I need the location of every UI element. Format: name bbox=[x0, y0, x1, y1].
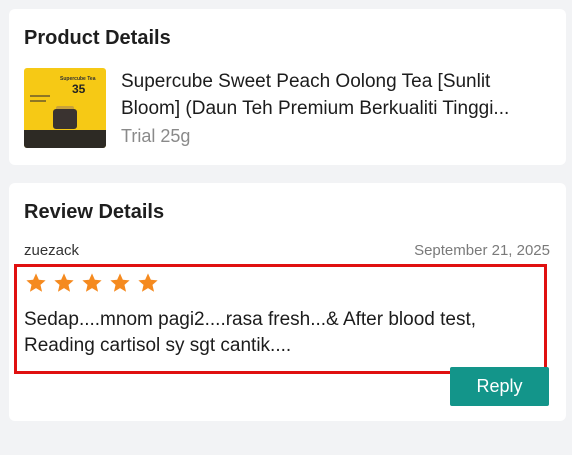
product-thumbnail[interactable]: Supercube Tea 35 bbox=[24, 68, 106, 148]
thumbnail-text-line bbox=[30, 100, 46, 102]
thumbnail-price: 35 bbox=[72, 82, 86, 96]
star-icon bbox=[109, 272, 131, 294]
thumbnail-text-line bbox=[30, 95, 50, 97]
review-details-card: Review Details zuezack September 21, 202… bbox=[9, 183, 566, 421]
star-icon bbox=[25, 272, 47, 294]
review-date: September 21, 2025 bbox=[414, 242, 550, 259]
product-variant: Trial 25g bbox=[121, 126, 191, 146]
reply-button[interactable]: Reply bbox=[450, 367, 549, 406]
star-icon bbox=[137, 272, 159, 294]
thumbnail-bottom-strip bbox=[24, 130, 106, 148]
star-rating bbox=[25, 272, 159, 294]
star-icon bbox=[81, 272, 103, 294]
product-details-title: Product Details bbox=[24, 27, 171, 49]
product-name[interactable]: Supercube Sweet Peach Oolong Tea [Sunlit… bbox=[121, 68, 553, 122]
review-text: Sedap....mnom pagi2....rasa fresh...& Af… bbox=[24, 309, 477, 356]
product-details-card: Product Details Supercube Tea 35 Supercu… bbox=[9, 9, 566, 165]
review-details-title: Review Details bbox=[24, 201, 165, 223]
tea-cube-graphic bbox=[53, 109, 77, 129]
star-icon bbox=[53, 272, 75, 294]
reviewer-name: zuezack bbox=[24, 242, 80, 259]
